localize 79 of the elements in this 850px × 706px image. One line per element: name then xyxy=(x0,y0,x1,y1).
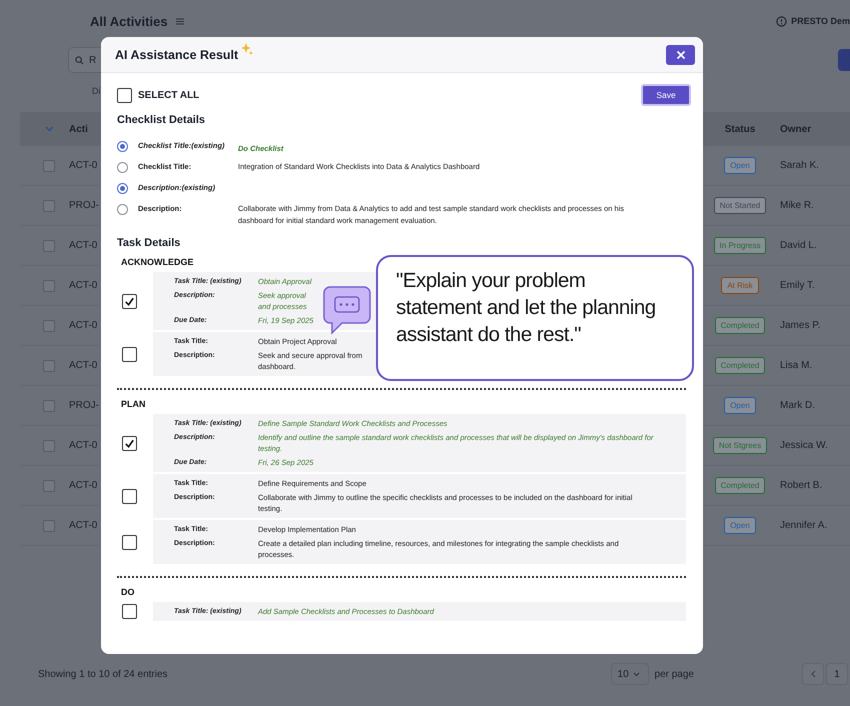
page-button[interactable]: 1 xyxy=(826,663,848,685)
table-cell: ACT-0 xyxy=(69,360,98,371)
column-header[interactable]: Owner xyxy=(780,124,850,134)
status-badge: Completed xyxy=(714,317,766,334)
table-cell: Mike R. xyxy=(780,200,814,211)
table-cell: Emily T. xyxy=(780,280,815,291)
radio-button[interactable] xyxy=(117,183,128,194)
row-checkbox[interactable] xyxy=(43,440,55,452)
row-checkbox[interactable] xyxy=(43,200,55,212)
dialog-title: AI Assistance Result xyxy=(115,48,238,62)
table-cell: ACT-0 xyxy=(69,480,98,491)
filter-label[interactable]: Di xyxy=(92,86,100,96)
table-cell: Jennifer A. xyxy=(780,520,828,531)
status-badge: In Progress xyxy=(714,237,766,254)
account-name[interactable]: PRESTO Dem xyxy=(791,16,850,26)
row-checkbox[interactable] xyxy=(43,280,55,292)
table-cell: Robert B. xyxy=(780,480,822,491)
phase-heading: ACKNOWLEDGE xyxy=(121,257,194,267)
table-cell: Sarah K. xyxy=(780,160,819,171)
section-heading: Checklist Details xyxy=(117,114,206,126)
table-cell: ACT-0 xyxy=(69,160,98,171)
row-checkbox[interactable] xyxy=(43,480,55,492)
row-checkbox[interactable] xyxy=(43,520,55,532)
action-button[interactable] xyxy=(838,49,850,71)
chevron-left-icon xyxy=(810,670,816,678)
chat-bubble-icon xyxy=(322,285,372,335)
status-badge: At Risk xyxy=(721,277,759,294)
row-checkbox[interactable] xyxy=(43,360,55,372)
page-title: All Activities xyxy=(90,14,168,28)
task-checkbox[interactable] xyxy=(122,294,137,308)
task-checkbox[interactable] xyxy=(122,488,137,504)
info-icon[interactable] xyxy=(776,16,788,26)
table-cell: Lisa M. xyxy=(780,360,812,371)
status-badge: Not Started xyxy=(714,197,766,214)
close-icon xyxy=(676,50,686,60)
status-badge: Not Stgrees xyxy=(712,437,768,454)
table-cell: James P. xyxy=(780,320,820,331)
column-header[interactable]: Status xyxy=(724,124,756,134)
radio-button[interactable] xyxy=(117,204,128,215)
status-badge: Open xyxy=(724,157,756,174)
row-checkbox[interactable] xyxy=(43,320,55,332)
select-all-checkbox[interactable] xyxy=(117,88,132,102)
phase-heading: PLAN xyxy=(121,399,146,409)
caret-icon xyxy=(632,672,640,676)
close-button[interactable] xyxy=(666,44,695,64)
table-cell: ACT-0 xyxy=(69,440,98,451)
sparkle-icon xyxy=(241,43,254,55)
table-cell: David L. xyxy=(780,240,817,251)
table-cell: Jessica W. xyxy=(780,440,828,451)
table-cell: Mark D. xyxy=(780,400,815,411)
menu-icon[interactable] xyxy=(176,18,184,24)
status-badge: Completed xyxy=(714,357,766,374)
table-cell: ACT-0 xyxy=(69,240,98,251)
page-size-select[interactable]: 10 xyxy=(610,663,649,685)
table-cell: ACT-0 xyxy=(69,320,98,331)
per-page-label: per page xyxy=(654,668,694,680)
table-cell: PROJ- xyxy=(69,200,99,211)
status-badge: Open xyxy=(724,517,756,534)
task-checkbox[interactable] xyxy=(122,534,137,550)
status-badge: Completed xyxy=(714,477,766,494)
table-cell: PROJ- xyxy=(69,400,99,411)
search-icon xyxy=(75,56,84,65)
status-badge: Open xyxy=(724,397,756,414)
phase-heading: DO xyxy=(121,587,136,597)
section-heading: Task Details xyxy=(117,237,182,249)
row-checkbox[interactable] xyxy=(43,240,55,252)
radio-button[interactable] xyxy=(117,162,128,173)
select-all-label[interactable]: SELECT ALL xyxy=(138,90,200,100)
row-checkbox[interactable] xyxy=(43,400,55,412)
save-button[interactable]: Save xyxy=(641,84,691,106)
table-cell: ACT-0 xyxy=(69,280,98,291)
table-cell: ACT-0 xyxy=(69,520,98,531)
radio-button[interactable] xyxy=(117,141,128,152)
task-checkbox[interactable] xyxy=(122,436,137,450)
quote-callout: "Explain your problem statement and let the planning assistant do the rest." xyxy=(376,255,694,381)
row-checkbox[interactable] xyxy=(43,160,55,172)
entries-summary: Showing 1 to 10 of 24 entries xyxy=(38,668,168,680)
task-checkbox[interactable] xyxy=(122,604,137,619)
task-checkbox[interactable] xyxy=(122,346,137,362)
